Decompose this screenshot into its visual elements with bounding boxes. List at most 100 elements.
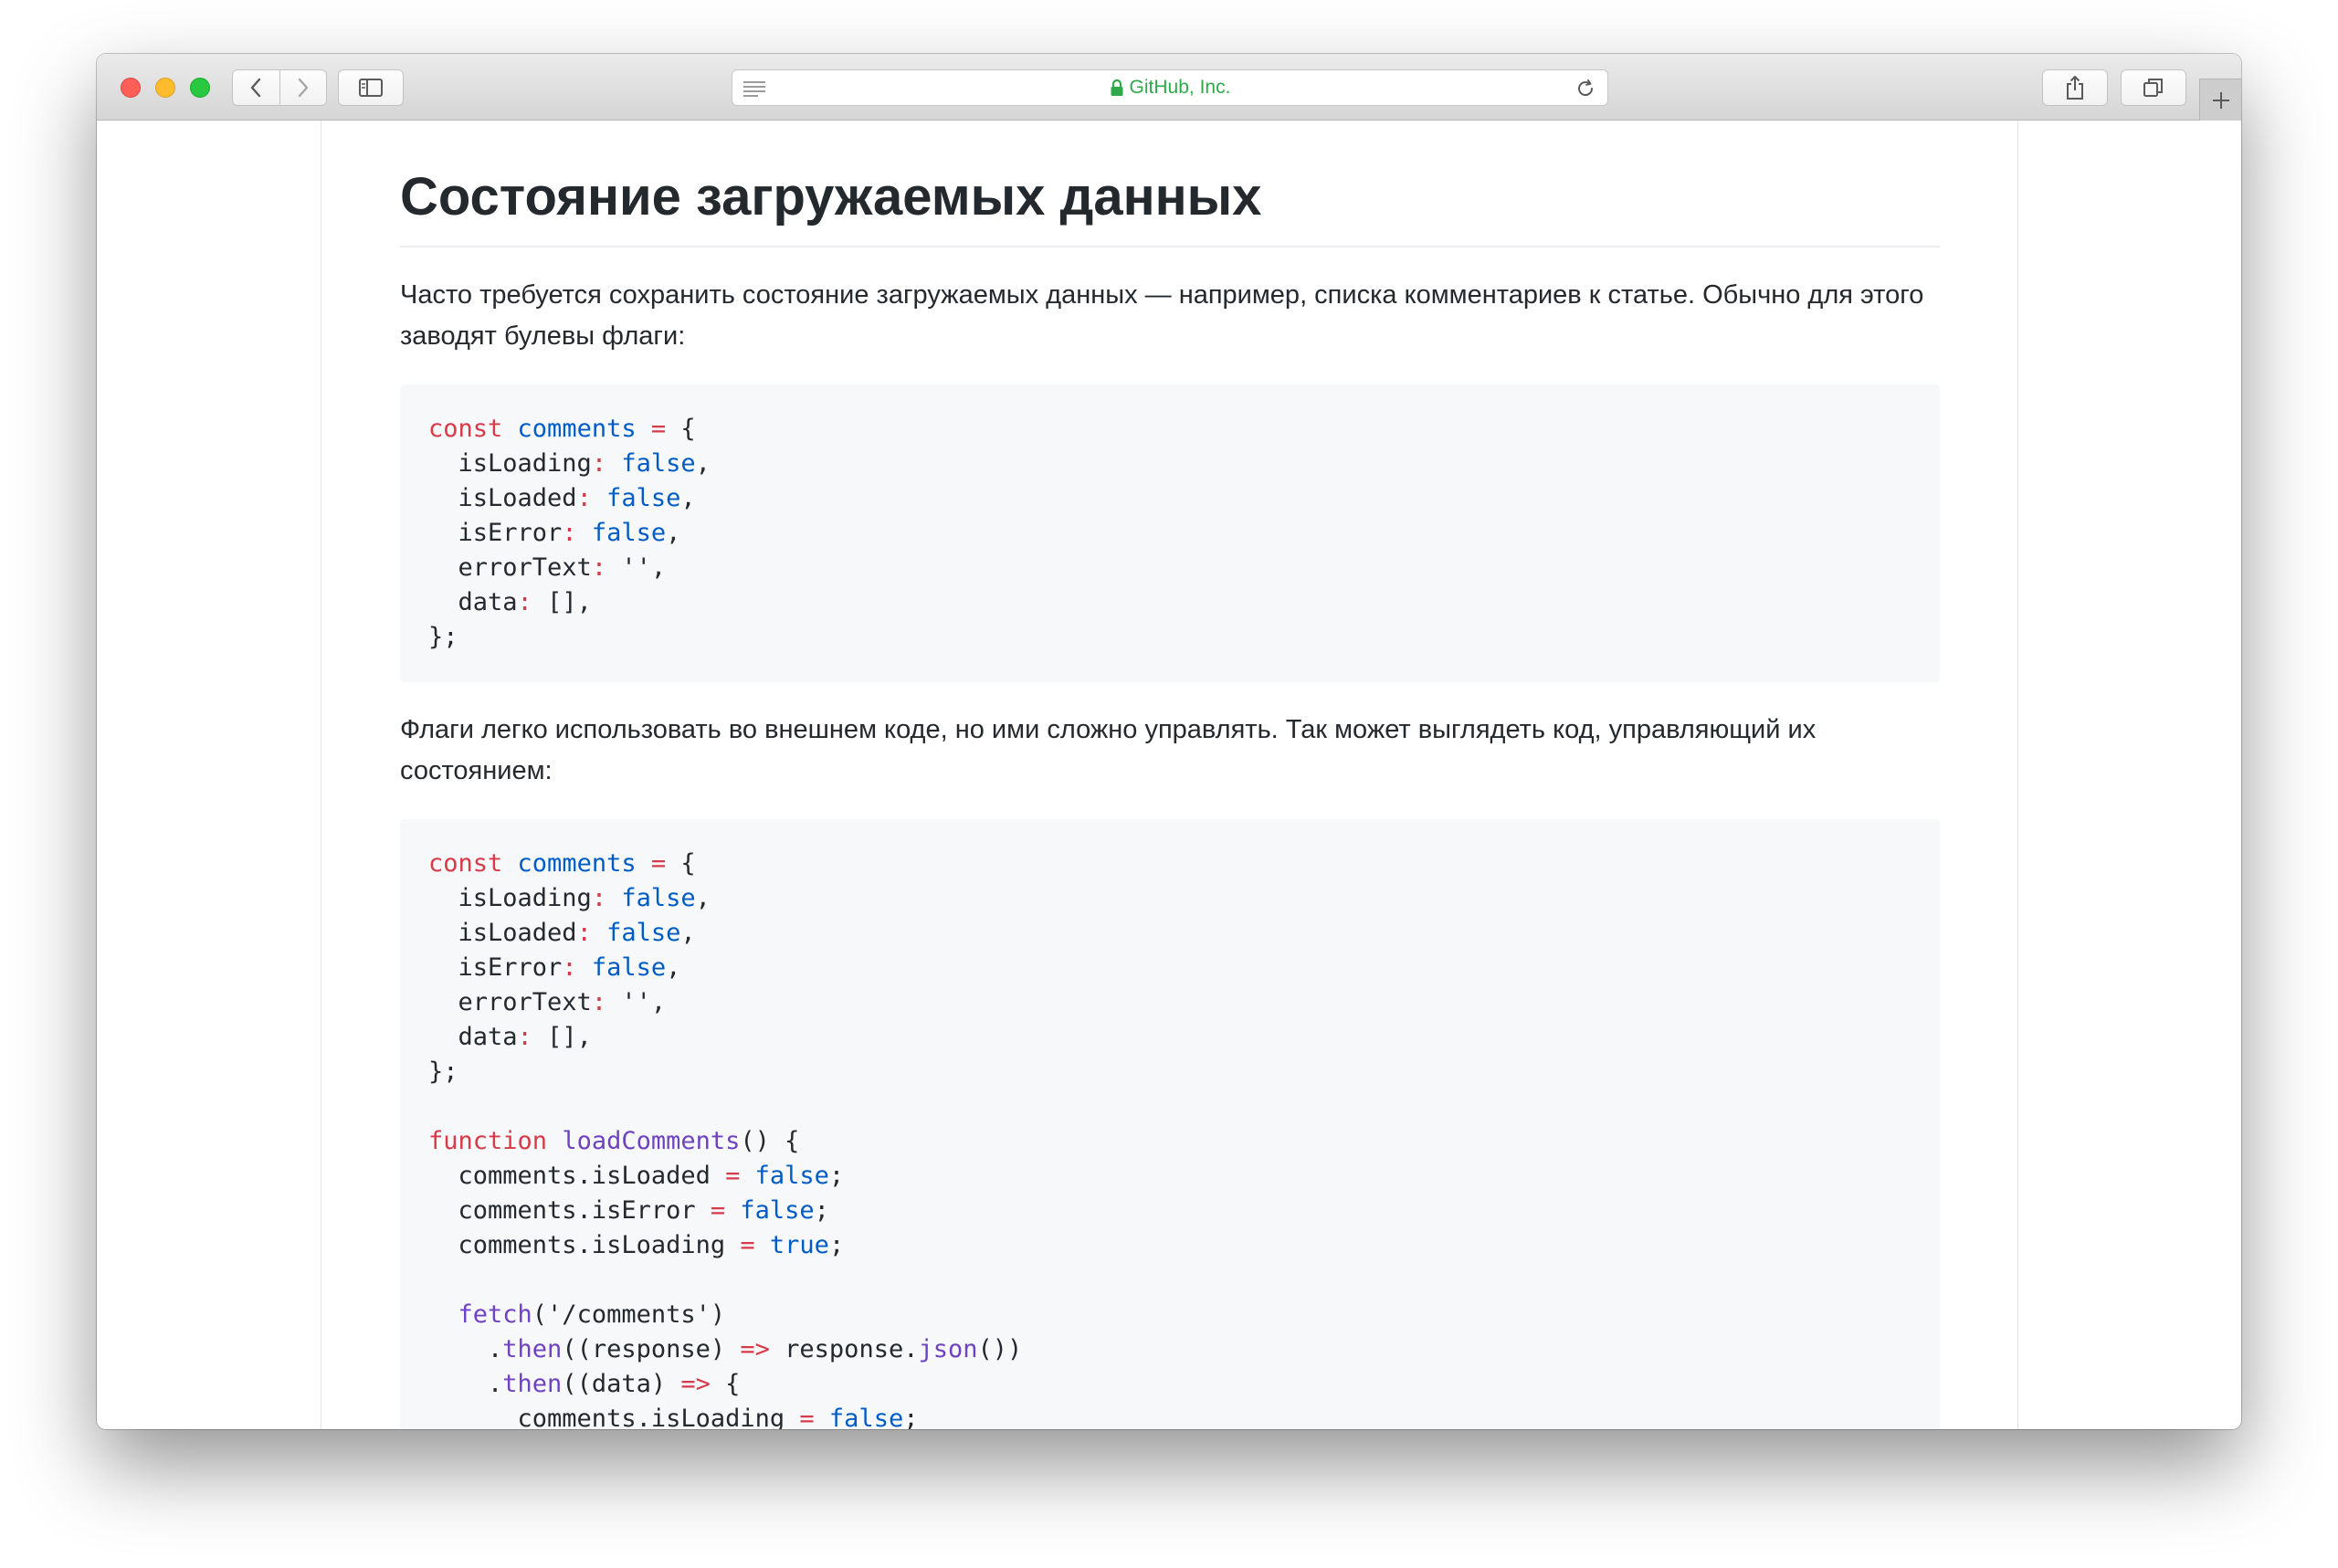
minimize-window-button[interactable] <box>155 78 175 98</box>
site-identity: GitHub, Inc. <box>732 70 1607 105</box>
page-viewport[interactable]: Состояние загружаемых данных Часто требу… <box>97 121 2241 1429</box>
code-text: '', <box>606 552 667 582</box>
code-operator: : <box>591 987 607 1016</box>
code-text: '', <box>606 987 667 1016</box>
code-line: errorText: '', <box>428 985 1911 1020</box>
code-line: comments.isError = false; <box>428 1194 1911 1228</box>
new-tab-button[interactable] <box>2199 79 2241 121</box>
code-boolean: false <box>740 1195 815 1225</box>
plus-icon <box>2212 91 2229 109</box>
code-text: }; <box>428 622 458 651</box>
code-function-name: then <box>502 1369 563 1398</box>
chevron-right-icon <box>298 78 308 98</box>
code-operator: : <box>562 518 577 547</box>
code-operator: : <box>576 483 592 512</box>
code-text: ; <box>828 1230 845 1259</box>
intro-paragraph: Часто требуется сохранить состояние загр… <box>400 279 1924 351</box>
lock-icon <box>1111 79 1123 96</box>
article-body: Состояние загружаемых данных Часто требу… <box>400 121 1940 1429</box>
code-operator: = <box>799 1404 815 1429</box>
code-line: .then((response) => response.json()) <box>428 1332 1911 1367</box>
code-line: isError: false, <box>428 516 1911 551</box>
code-boolean: false <box>591 518 667 547</box>
code-operator: : <box>517 1022 532 1051</box>
code-line: data: [], <box>428 585 1911 620</box>
back-button[interactable] <box>233 70 279 105</box>
code-variable: comments <box>517 414 637 443</box>
code-text: comments.isLoading <box>428 1230 741 1259</box>
forward-button[interactable] <box>279 70 327 105</box>
code-operator: : <box>576 918 592 947</box>
code-text: { <box>666 848 696 878</box>
code-line: comments.isLoading = true; <box>428 1228 1911 1263</box>
code-text: () { <box>740 1126 800 1155</box>
code-line: }; <box>428 1055 1911 1089</box>
code-text: , <box>680 483 696 512</box>
tabs-overview-icon <box>2143 79 2163 97</box>
code-text: . <box>428 1334 503 1363</box>
code-text: ((data) <box>562 1369 681 1398</box>
code-operator: : <box>591 552 607 582</box>
code-operator: = <box>740 1230 755 1259</box>
tabs-overview-button[interactable] <box>2121 69 2186 106</box>
code-boolean: false <box>828 1404 904 1429</box>
close-window-button[interactable] <box>121 78 141 98</box>
code-function-name: fetch <box>458 1300 532 1329</box>
code-operator: = <box>710 1195 726 1225</box>
share-icon <box>2067 76 2083 100</box>
code-operator: => <box>740 1334 770 1363</box>
code-boolean: false <box>621 883 696 912</box>
code-block: const comments = { isLoading: false, isL… <box>400 384 1940 682</box>
code-operator: = <box>650 848 667 878</box>
reload-icon[interactable] <box>1574 78 1596 100</box>
code-text: comments.isError <box>428 1195 711 1225</box>
code-boolean: false <box>621 448 696 478</box>
code-line: isLoaded: false, <box>428 481 1911 516</box>
code-text: isLoaded <box>428 483 577 512</box>
code-function-name: then <box>502 1334 563 1363</box>
second-paragraph: Флаги легко использовать во внешнем коде… <box>400 714 1817 785</box>
code-line: isLoading: false, <box>428 881 1911 916</box>
code-text: isError <box>428 518 563 547</box>
code-keyword: const <box>428 414 503 443</box>
browser-window: GitHub, Inc. Состояние загружаемых данны… <box>97 54 2241 1429</box>
site-name-label: GitHub, Inc. <box>1129 77 1231 98</box>
code-operator: = <box>725 1161 741 1190</box>
code-boolean: false <box>606 483 681 512</box>
chevron-left-icon <box>251 78 261 98</box>
code-line: errorText: '', <box>428 551 1911 585</box>
code-text: , <box>666 518 681 547</box>
code-boolean: false <box>606 918 681 947</box>
code-operator: => <box>680 1369 711 1398</box>
code-text: ; <box>903 1404 919 1429</box>
code-variable: comments <box>517 848 637 878</box>
code-text: errorText <box>428 552 592 582</box>
code-function-name: loadComments <box>562 1126 741 1155</box>
code-text: isError <box>428 952 563 982</box>
code-text: isLoading <box>428 883 592 912</box>
code-keyword: function <box>428 1126 548 1155</box>
zoom-window-button[interactable] <box>190 78 210 98</box>
share-button[interactable] <box>2042 69 2108 106</box>
address-bar[interactable]: GitHub, Inc. <box>732 69 1608 106</box>
code-line: isLoaded: false, <box>428 916 1911 951</box>
code-line: data: [], <box>428 1020 1911 1055</box>
code-text: response. <box>769 1334 919 1363</box>
code-line: const comments = { <box>428 412 1911 447</box>
markdown-article: Состояние загружаемых данных Часто требу… <box>321 121 2018 1429</box>
sidebar-button[interactable] <box>338 69 404 106</box>
